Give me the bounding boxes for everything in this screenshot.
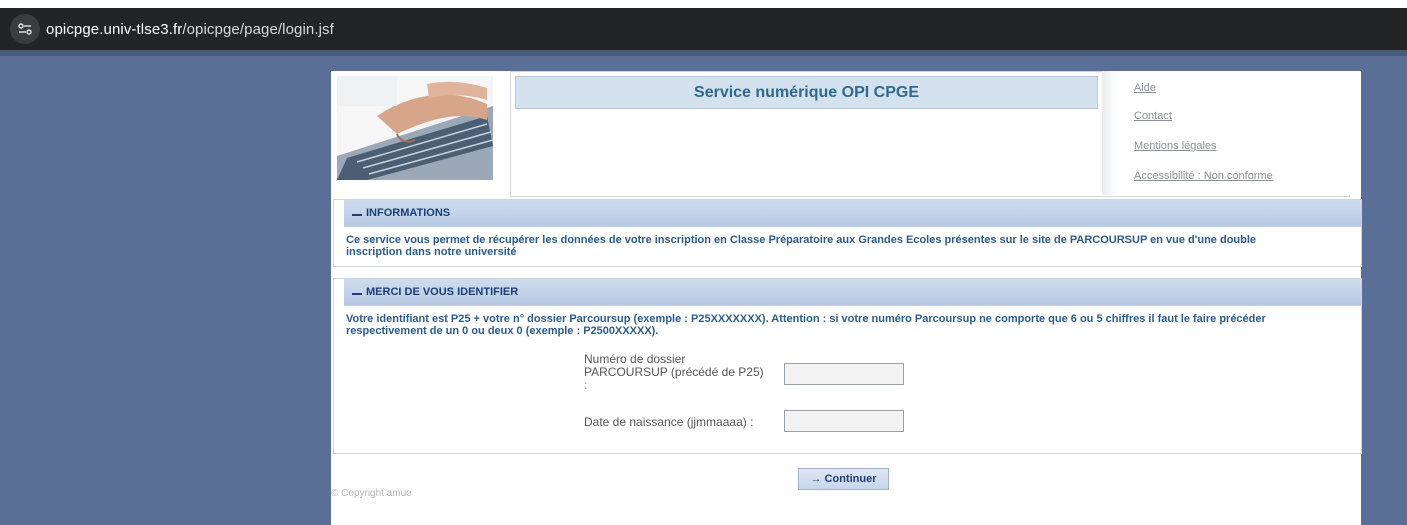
- link-aide[interactable]: Aide: [1134, 82, 1156, 94]
- info-section: INFORMATIONS Ce service vous permet de r…: [333, 199, 1362, 267]
- continue-button[interactable]: → Continuer: [798, 468, 889, 490]
- browser-top-strip: [0, 0, 1407, 8]
- login-section-header[interactable]: MERCI DE VOUS IDENTIFIER: [344, 279, 1361, 306]
- birthdate-label: Date de naissance (jjmmaaaa) :: [584, 415, 754, 429]
- main-panel: Service numérique OPI CPGE Aide Contact …: [331, 71, 1362, 525]
- collapse-minus-icon[interactable]: [352, 214, 362, 216]
- keyboard-hands-image: [337, 76, 493, 180]
- site-settings-icon[interactable]: [10, 14, 40, 44]
- birthdate-input[interactable]: [784, 410, 904, 432]
- collapse-minus-icon[interactable]: [352, 293, 362, 295]
- header-links: Aide Contact Mentions légales Accessibil…: [1102, 71, 1350, 195]
- info-section-title: INFORMATIONS: [366, 207, 451, 219]
- service-title-bar: Service numérique OPI CPGE: [515, 76, 1098, 109]
- url-text[interactable]: opicpge.univ-tlse3.fr/opicpge/page/login…: [46, 21, 334, 38]
- login-section-title: MERCI DE VOUS IDENTIFIER: [366, 286, 519, 298]
- dossier-input[interactable]: [784, 363, 904, 385]
- info-text: Ce service vous permet de récupérer les …: [346, 234, 1257, 258]
- link-mentions-legales[interactable]: Mentions légales: [1134, 140, 1217, 152]
- dossier-label-line2: PARCOURSUP (précédé de P25): [584, 365, 764, 379]
- page-title: Service numérique OPI CPGE: [694, 83, 919, 101]
- page-top-strip: [0, 50, 1407, 56]
- copyright-text: © Copyright amue: [331, 488, 412, 499]
- link-accessibilite[interactable]: Accessibilité : Non conforme: [1134, 170, 1273, 182]
- url-path: /opicpge/page/login.jsf: [182, 20, 334, 38]
- dossier-label-line3: :: [584, 378, 588, 392]
- login-section: MERCI DE VOUS IDENTIFIER Votre identifia…: [333, 278, 1362, 454]
- address-bar[interactable]: opicpge.univ-tlse3.fr/opicpge/page/login…: [0, 8, 1407, 50]
- dossier-label: Numéro de dossier PARCOURSUP (précédé de…: [584, 353, 764, 392]
- login-instructions: Votre identifiant est P25 + votre n° dos…: [346, 313, 1266, 337]
- url-host: opicpge.univ-tlse3.fr: [46, 20, 183, 38]
- link-contact[interactable]: Contact: [1134, 110, 1172, 122]
- info-section-header[interactable]: INFORMATIONS: [344, 200, 1361, 227]
